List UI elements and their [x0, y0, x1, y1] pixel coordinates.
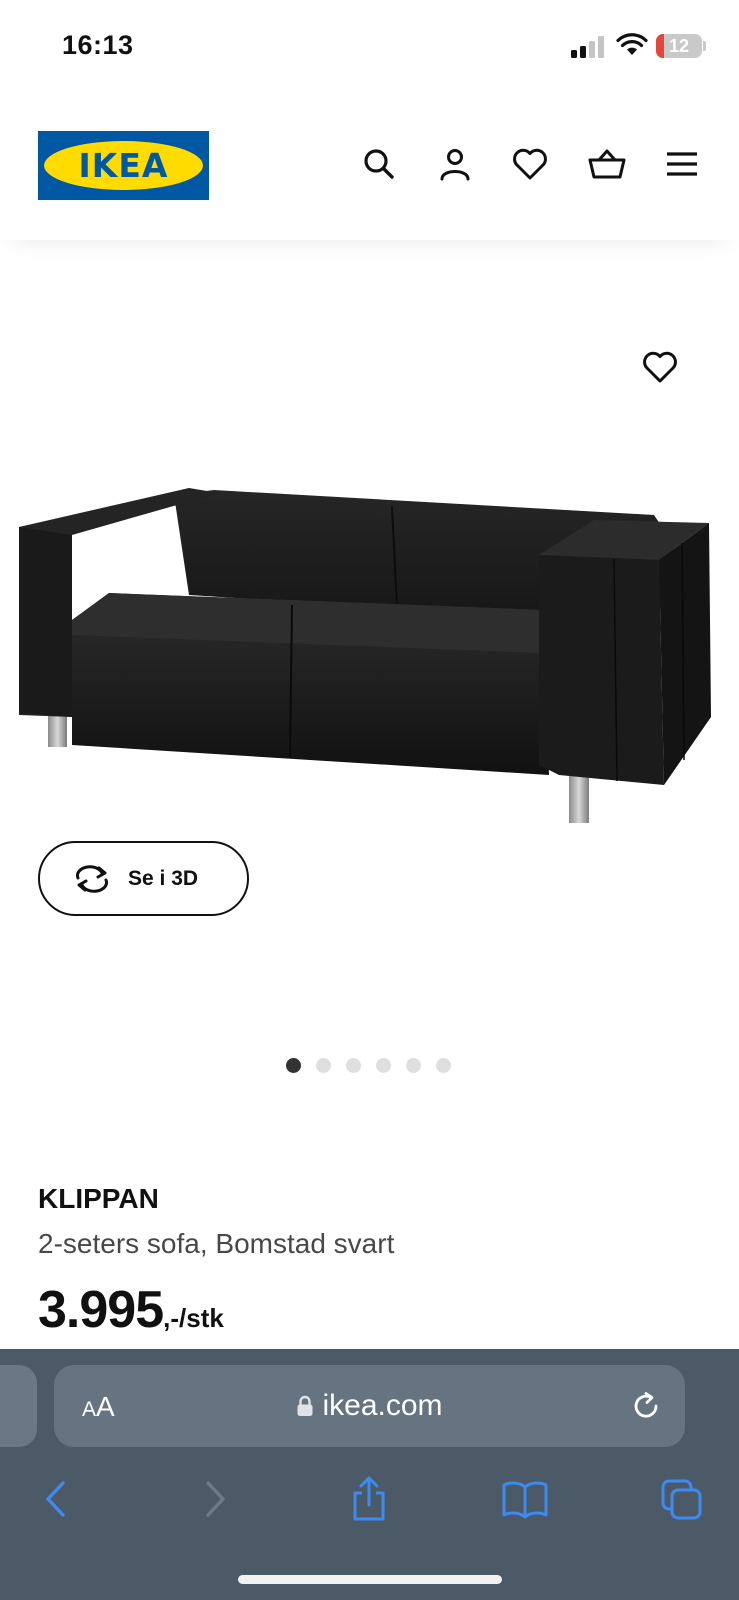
home-indicator[interactable] [238, 1575, 502, 1584]
status-bar: 16:13 12 [0, 0, 739, 90]
battery-indicator: 12 [656, 34, 702, 58]
bookmarks-icon[interactable] [500, 1474, 550, 1524]
status-time: 16:13 [62, 30, 134, 60]
heart-icon[interactable] [510, 144, 550, 184]
product-description: 2-seters sofa, Bomstad svart [38, 1228, 395, 1259]
cellular-signal-icon [571, 36, 604, 58]
rotate-3d-icon [76, 864, 108, 893]
url-display[interactable]: ikea.com [54, 1365, 685, 1447]
battery-percentage: 12 [668, 36, 690, 56]
gallery-dot[interactable] [406, 1058, 421, 1073]
back-icon[interactable] [31, 1474, 81, 1524]
lock-icon [297, 1395, 313, 1416]
previous-tab-preview[interactable] [0, 1365, 37, 1447]
view-in-3d-button[interactable]: Se i 3D [38, 841, 249, 916]
product-price: 3.995 ,-/stk [38, 1280, 224, 1340]
view-in-3d-label: Se i 3D [128, 866, 199, 890]
gallery-dot[interactable] [316, 1058, 331, 1073]
gallery-dot[interactable] [346, 1058, 361, 1073]
site-header: IKEA [0, 90, 739, 240]
gallery-dot[interactable] [376, 1058, 391, 1073]
share-icon[interactable] [344, 1474, 394, 1524]
address-bar[interactable]: AA ikea.com [54, 1365, 685, 1447]
forward-icon[interactable] [190, 1474, 240, 1524]
sofa-product-image[interactable] [14, 485, 726, 830]
reload-icon[interactable] [630, 1390, 662, 1422]
tabs-icon[interactable] [657, 1474, 707, 1524]
url-text: ikea.com [322, 1389, 443, 1422]
gallery-pagination-dots [286, 1058, 451, 1073]
ikea-logo-oval: IKEA [44, 141, 203, 190]
wifi-icon [616, 33, 648, 55]
product-name: KLIPPAN [38, 1183, 159, 1214]
gallery-dot[interactable] [436, 1058, 451, 1073]
account-icon[interactable] [435, 144, 475, 184]
basket-icon[interactable] [587, 144, 627, 184]
battery-nub [703, 41, 706, 51]
browser-toolbar: AA ikea.com [0, 1349, 739, 1600]
ikea-logo[interactable]: IKEA [38, 131, 209, 200]
product-gallery[interactable]: Se i 3D [0, 240, 739, 1130]
menu-icon[interactable] [662, 144, 702, 184]
search-icon[interactable] [359, 144, 399, 184]
heart-outline-icon[interactable] [642, 350, 682, 390]
ikea-logo-text: IKEA [78, 146, 169, 185]
price-unit: ,-/stk [163, 1303, 224, 1333]
price-amount: 3.995 [38, 1281, 164, 1339]
gallery-dot[interactable] [286, 1058, 301, 1073]
